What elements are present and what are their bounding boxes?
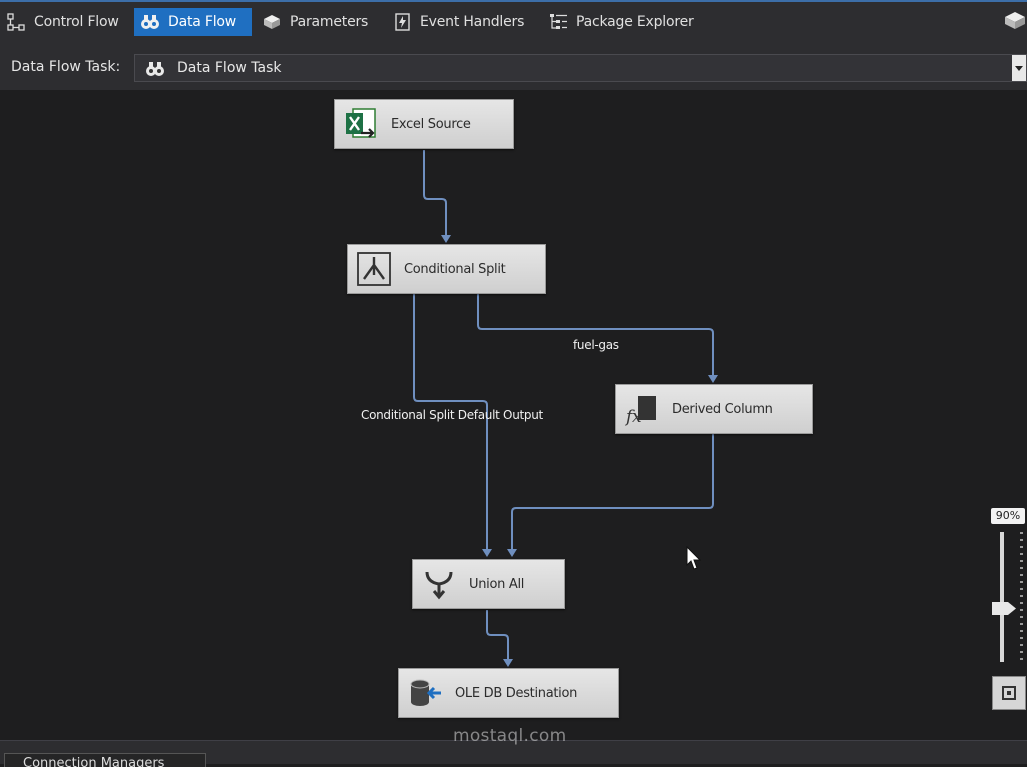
flow-arrowhead <box>507 549 517 557</box>
component-label: OLE DB Destination <box>455 685 578 701</box>
component-excel-source[interactable]: Excel Source <box>334 99 514 149</box>
flow-label-default-output[interactable]: Conditional Split Default Output <box>361 408 543 422</box>
component-label: Excel Source <box>391 116 471 132</box>
flow-path-excel-to-split <box>423 150 447 235</box>
data-flow-icon <box>140 13 160 31</box>
component-derived-column[interactable]: fx Derived Column <box>615 384 813 434</box>
task-selector-row: Data Flow Task: Data Flow Task <box>0 40 1027 90</box>
chevron-down-icon[interactable] <box>1012 55 1026 81</box>
tab-label: Data Flow <box>168 14 237 30</box>
connection-managers-label: Connection Managers <box>23 756 165 767</box>
task-selector-label: Data Flow Task: <box>11 59 121 75</box>
zoom-to-fit-button[interactable] <box>992 676 1026 710</box>
tab-event-handlers[interactable]: Event Handlers <box>386 8 530 36</box>
tab-label: Event Handlers <box>420 14 525 30</box>
zoom-slider-ticks <box>1020 532 1023 662</box>
flow-path-split-to-derived <box>477 294 714 375</box>
flow-path-union-to-destination <box>486 610 509 659</box>
designer-tab-bar: Control Flow Data Flow Parameters Event … <box>0 2 1027 40</box>
flow-path-derived-to-union <box>511 434 714 549</box>
mouse-cursor-icon <box>686 545 702 576</box>
tab-connection-managers[interactable]: Connection Managers <box>4 753 206 767</box>
component-label: Derived Column <box>672 401 773 417</box>
package-explorer-icon <box>548 13 568 31</box>
data-flow-canvas[interactable]: fuel-gas Conditional Split Default Outpu… <box>0 92 1027 740</box>
component-conditional-split[interactable]: Conditional Split <box>347 244 546 294</box>
tab-data-flow[interactable]: Data Flow <box>134 8 252 36</box>
tab-control-flow[interactable]: Control Flow <box>0 8 125 36</box>
split-icon <box>356 251 392 287</box>
package-icon[interactable] <box>1003 11 1027 31</box>
excel-icon <box>343 106 379 142</box>
tab-label: Package Explorer <box>576 14 694 30</box>
watermark: mostaql.com <box>453 726 567 746</box>
flow-arrowhead <box>503 659 513 667</box>
parameters-icon <box>262 13 282 31</box>
tab-parameters[interactable]: Parameters <box>256 8 374 36</box>
tab-package-explorer[interactable]: Package Explorer <box>542 8 700 36</box>
component-union-all[interactable]: Union All <box>412 559 565 609</box>
tab-label: Parameters <box>290 14 369 30</box>
fx-icon: fx <box>624 391 660 427</box>
flow-label-fuel-gas[interactable]: fuel-gas <box>573 338 619 352</box>
component-label: Union All <box>469 576 525 592</box>
zoom-slider-thumb[interactable] <box>992 600 1016 615</box>
control-flow-icon <box>6 13 26 31</box>
database-icon <box>407 675 443 711</box>
union-icon <box>421 566 457 602</box>
svg-text:fx: fx <box>624 407 642 427</box>
zoom-slider-track[interactable] <box>1000 532 1004 662</box>
flow-arrowhead <box>708 375 718 383</box>
data-flow-task-dropdown[interactable]: Data Flow Task <box>134 54 1027 82</box>
zoom-level-label: 90% <box>991 508 1025 524</box>
component-label: Conditional Split <box>404 261 506 277</box>
dropdown-value: Data Flow Task <box>177 60 282 76</box>
component-ole-db-destination[interactable]: OLE DB Destination <box>398 668 619 718</box>
tab-label: Control Flow <box>34 14 119 30</box>
fit-to-window-icon <box>1002 686 1016 700</box>
data-flow-task-icon <box>145 61 165 77</box>
flow-arrowhead <box>482 549 492 557</box>
event-handlers-icon <box>392 13 412 31</box>
flow-arrowhead <box>441 235 451 243</box>
